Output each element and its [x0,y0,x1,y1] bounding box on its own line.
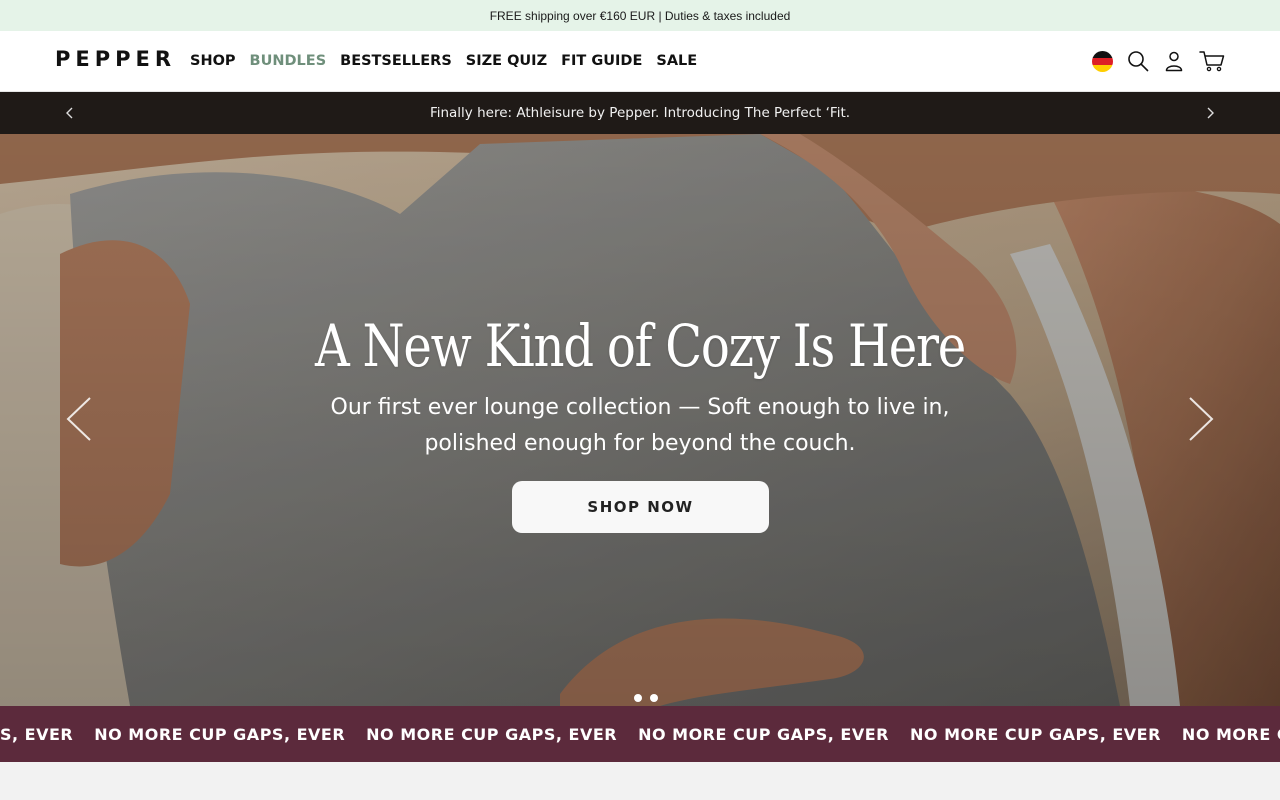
nav-bestsellers[interactable]: BESTSELLERS [340,53,452,69]
marquee-banner: S, EVER NO MORE CUP GAPS, EVER NO MORE C… [0,706,1280,762]
slide-dot-1[interactable] [634,694,642,702]
marquee-item: NO MORE CUP G [1181,724,1280,744]
brand-logo[interactable]: PEPPER [55,47,176,71]
hero-title: A New Kind of Cozy Is Here [314,312,966,380]
site-header: PEPPER SHOP BUNDLES BESTSELLERS SIZE QUI… [0,31,1280,92]
hero-next-arrow-icon[interactable] [1186,396,1216,442]
nav-sale[interactable]: SALE [656,53,697,69]
announcement-bar: Finally here: Athleisure by Pepper. Intr… [0,92,1280,134]
slide-dots [634,694,658,702]
nav-shop[interactable]: SHOP [190,53,236,69]
marquee-item: NO MORE CUP GAPS, EVER [638,724,889,744]
search-icon[interactable] [1127,50,1149,72]
promo-bar: FREE shipping over €160 EUR | Duties & t… [0,0,1280,31]
announcement-prev-arrow-icon[interactable] [55,92,85,134]
promo-text: FREE shipping over €160 EUR | Duties & t… [489,8,791,23]
hero-subtitle-line-2: polished enough for beyond the couch. [424,431,856,456]
account-icon[interactable] [1163,50,1185,72]
page-continuation [0,762,1280,800]
announcement-next-arrow-icon[interactable] [1195,92,1225,134]
hero-banner: A New Kind of Cozy Is Here Our first eve… [0,134,1280,706]
main-nav: SHOP BUNDLES BESTSELLERS SIZE QUIZ FIT G… [190,31,697,91]
marquee-item: NO MORE CUP GAPS, EVER [910,724,1161,744]
hero-subtitle: Our first ever lounge collection — Soft … [0,390,1280,462]
germany-flag-icon[interactable] [1091,50,1113,72]
announcement-text[interactable]: Finally here: Athleisure by Pepper. Intr… [430,105,850,121]
marquee-item: NO MORE CUP GAPS, EVER [366,724,618,744]
slide-dot-2[interactable] [650,694,658,702]
nav-bundles[interactable]: BUNDLES [250,53,327,69]
hero-subtitle-line-1: Our first ever lounge collection — Soft … [330,395,950,420]
shop-now-button[interactable]: SHOP NOW [512,481,769,533]
header-actions [1091,31,1225,91]
cart-icon[interactable] [1199,50,1225,72]
marquee-track: S, EVER NO MORE CUP GAPS, EVER NO MORE C… [0,706,1280,762]
nav-fit-guide[interactable]: FIT GUIDE [561,53,642,69]
hero-content: A New Kind of Cozy Is Here Our first eve… [0,134,1280,706]
hero-prev-arrow-icon[interactable] [64,396,94,442]
nav-size-quiz[interactable]: SIZE QUIZ [466,53,547,69]
marquee-item: S, EVER [0,724,74,744]
marquee-item: NO MORE CUP GAPS, EVER [94,724,346,744]
